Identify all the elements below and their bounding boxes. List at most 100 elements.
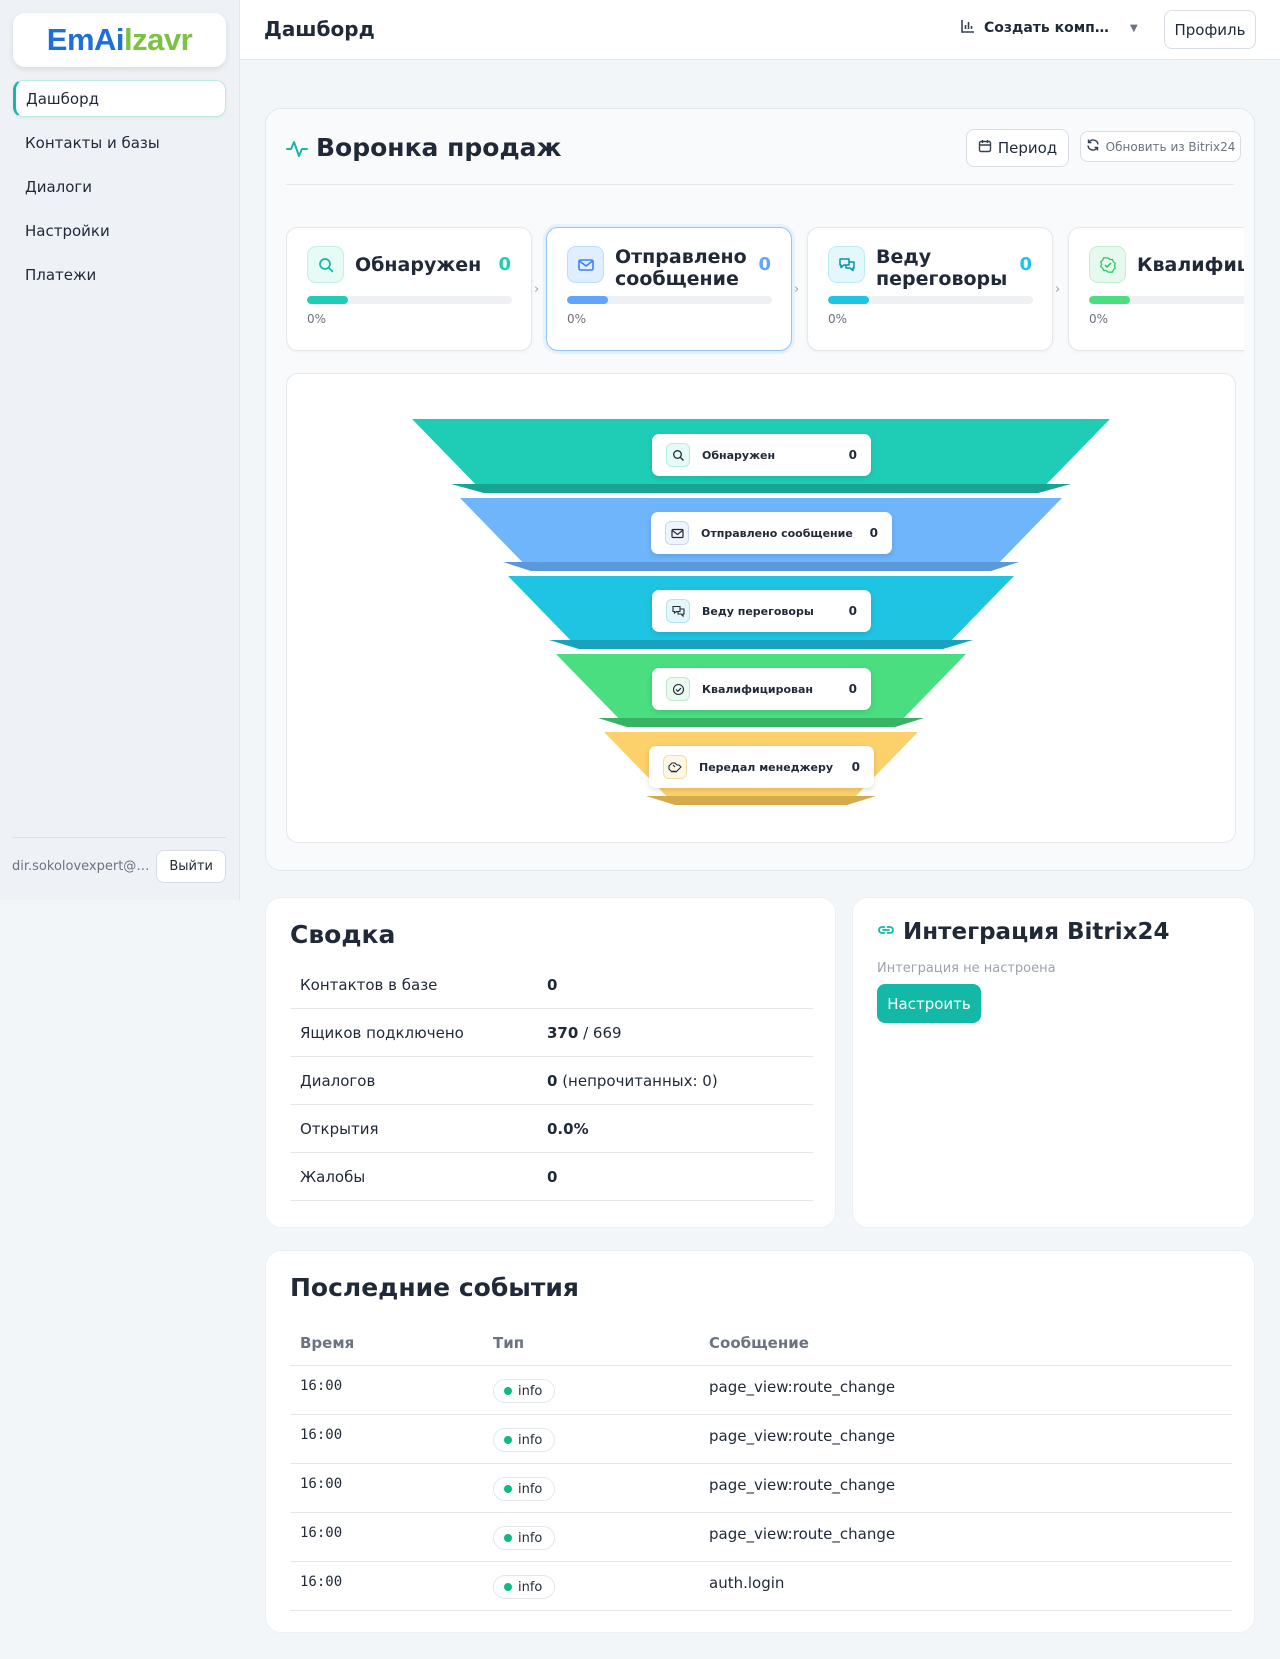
events-table-body: 16:00 info page_view:route_change 16:00 … (290, 1366, 1232, 1611)
summary-key: Диалогов (300, 1071, 376, 1090)
event-message: page_view:route_change (709, 1525, 896, 1543)
stage-percent: 0% (567, 312, 587, 326)
funnel-label-negotiating[interactable]: Веду переговоры 0 (652, 590, 871, 632)
event-type-badge: info (493, 1477, 556, 1501)
event-time: 16:00 (300, 1427, 343, 1443)
bitrix-integration-card: Интеграция Bitrix24 Интеграция не настро… (852, 897, 1255, 1228)
stage-card-negotiating[interactable]: Веду переговоры 0 0% (807, 227, 1053, 351)
stage-percent: 0% (1089, 312, 1109, 326)
sidebar-item-dialogs[interactable]: Диалоги (13, 168, 226, 205)
event-time: 16:00 (300, 1525, 343, 1541)
search-icon (307, 246, 344, 283)
logo[interactable]: EmAilzavr (13, 13, 226, 67)
event-type-badge: info (493, 1379, 556, 1403)
sidebar-item-dashboard[interactable]: Дашборд (13, 80, 226, 117)
funnel-label-message-sent[interactable]: Отправлено сообщение 0 (651, 512, 892, 554)
refresh-icon (1086, 138, 1100, 155)
sidebar-nav: Дашборд Контакты и базы Диалоги Настройк… (13, 80, 226, 300)
sidebar-item-label: Дашборд (26, 89, 99, 108)
status-dot-icon (504, 1436, 512, 1444)
chevron-right-icon: › (794, 282, 800, 297)
stage-progress-fill (307, 296, 348, 304)
summary-value: 0 (547, 975, 558, 994)
logout-button[interactable]: Выйти (156, 850, 226, 883)
funnel-band-shadow (503, 562, 1019, 571)
sidebar-item-label: Диалоги (25, 177, 93, 196)
funnel-band-shadow (451, 484, 1071, 493)
stage-card-qualified[interactable]: Квалифицирован 0 0% (1068, 227, 1244, 351)
stage-name: Обнаружен (355, 254, 482, 276)
sidebar-footer: dir.sokolovexpert@gmail.com Выйти (12, 837, 226, 883)
summary-key: Открытия (300, 1119, 379, 1138)
summary-row: Контактов в базе 0 (290, 961, 813, 1009)
event-type: info (518, 1432, 543, 1448)
funnel-title: Воронка продаж (316, 133, 562, 162)
event-message: page_view:route_change (709, 1427, 896, 1445)
page-title: Дашборд (264, 17, 375, 41)
stage-card-message-sent[interactable]: Отправлено сообщение 0 0% (546, 227, 792, 351)
link-icon (877, 919, 895, 945)
funnel-label-qualified[interactable]: Квалифицирован 0 (652, 668, 871, 710)
events-table-header: Время Тип Сообщение (290, 1321, 1232, 1366)
event-message: page_view:route_change (709, 1378, 896, 1396)
stage-progress (1089, 296, 1244, 304)
summary-key: Ящиков подключено (300, 1023, 464, 1042)
chevron-right-icon: › (534, 282, 540, 297)
funnel-label-handed-over[interactable]: Передал менеджеру 0 (649, 746, 874, 788)
stage-cards-scroller[interactable]: Обнаружен 0 0% › Отправлено сообщение 0 … (286, 220, 1244, 366)
sidebar-item-settings[interactable]: Настройки (13, 212, 226, 249)
funnel-label-name: Квалифицирован (702, 682, 814, 696)
period-button[interactable]: Период (966, 129, 1069, 167)
summary-key: Контактов в базе (300, 975, 438, 994)
event-type-badge: info (493, 1526, 556, 1550)
bitrix-status: Интеграция не настроена (877, 961, 1056, 976)
activity-icon (286, 138, 308, 164)
funnel-band-shadow (549, 640, 973, 649)
campaign-select-label: Создать компанию (984, 20, 1112, 36)
handshake-icon (663, 755, 687, 779)
profile-button[interactable]: Профиль (1164, 10, 1256, 49)
status-dot-icon (504, 1485, 512, 1493)
funnel-label-name: Веду переговоры (702, 604, 814, 618)
summary-row: Жалобы 0 (290, 1153, 813, 1201)
setup-integration-button[interactable]: Настроить (877, 984, 981, 1023)
stage-progress (828, 296, 1033, 304)
sidebar-item-label: Настройки (25, 221, 110, 240)
funnel-visual: Обнаружен 0 Отправлено сообщение 0 Веду … (286, 373, 1236, 843)
period-label: Период (997, 139, 1058, 157)
column-header-type: Тип (493, 1334, 525, 1352)
stage-count: 0 (758, 254, 771, 275)
summary-value: 370 (547, 1023, 579, 1042)
sidebar-item-payments[interactable]: Платежи (13, 256, 226, 293)
event-type-badge: info (493, 1428, 556, 1452)
summary-table: Контактов в базе 0 Ящиков подключено 370… (290, 961, 813, 1201)
funnel-label-count: 0 (869, 526, 878, 540)
funnel-label-count: 0 (848, 682, 857, 696)
mail-icon (567, 246, 604, 283)
stage-percent: 0% (307, 312, 327, 326)
summary-row: Ящиков подключено 370 / 669 (290, 1009, 813, 1057)
funnel-label-name: Обнаружен (702, 448, 776, 462)
logo-text-part1: EmAi (46, 22, 125, 57)
logo-text-part2: lzavr (124, 22, 193, 57)
summary-title: Сводка (290, 920, 396, 949)
search-icon (666, 443, 690, 467)
mail-icon (665, 521, 689, 545)
funnel-label-name: Отправлено сообщение (701, 526, 853, 540)
sidebar-item-label: Платежи (25, 265, 97, 284)
campaign-select[interactable]: Создать компанию ▼ (960, 18, 1138, 38)
chat-icon (828, 246, 865, 283)
refresh-label: Обновить из Bitrix24 (1105, 139, 1236, 154)
event-type: info (518, 1530, 543, 1546)
events-title: Последние события (290, 1273, 579, 1302)
event-type-badge: info (493, 1575, 556, 1599)
funnel-header: Воронка продаж Период Обновить из Bitrix… (286, 129, 1241, 185)
funnel-label-discovered[interactable]: Обнаружен 0 (652, 434, 871, 476)
stage-card-discovered[interactable]: Обнаружен 0 0% (286, 227, 532, 351)
refresh-bitrix-button[interactable]: Обновить из Bitrix24 (1080, 131, 1241, 162)
sidebar-item-contacts[interactable]: Контакты и базы (13, 124, 226, 161)
event-time: 16:00 (300, 1476, 343, 1492)
chevron-down-icon: ▼ (1130, 22, 1138, 34)
bar-chart-icon (960, 18, 976, 38)
table-row: 16:00 info auth.login (290, 1562, 1232, 1611)
